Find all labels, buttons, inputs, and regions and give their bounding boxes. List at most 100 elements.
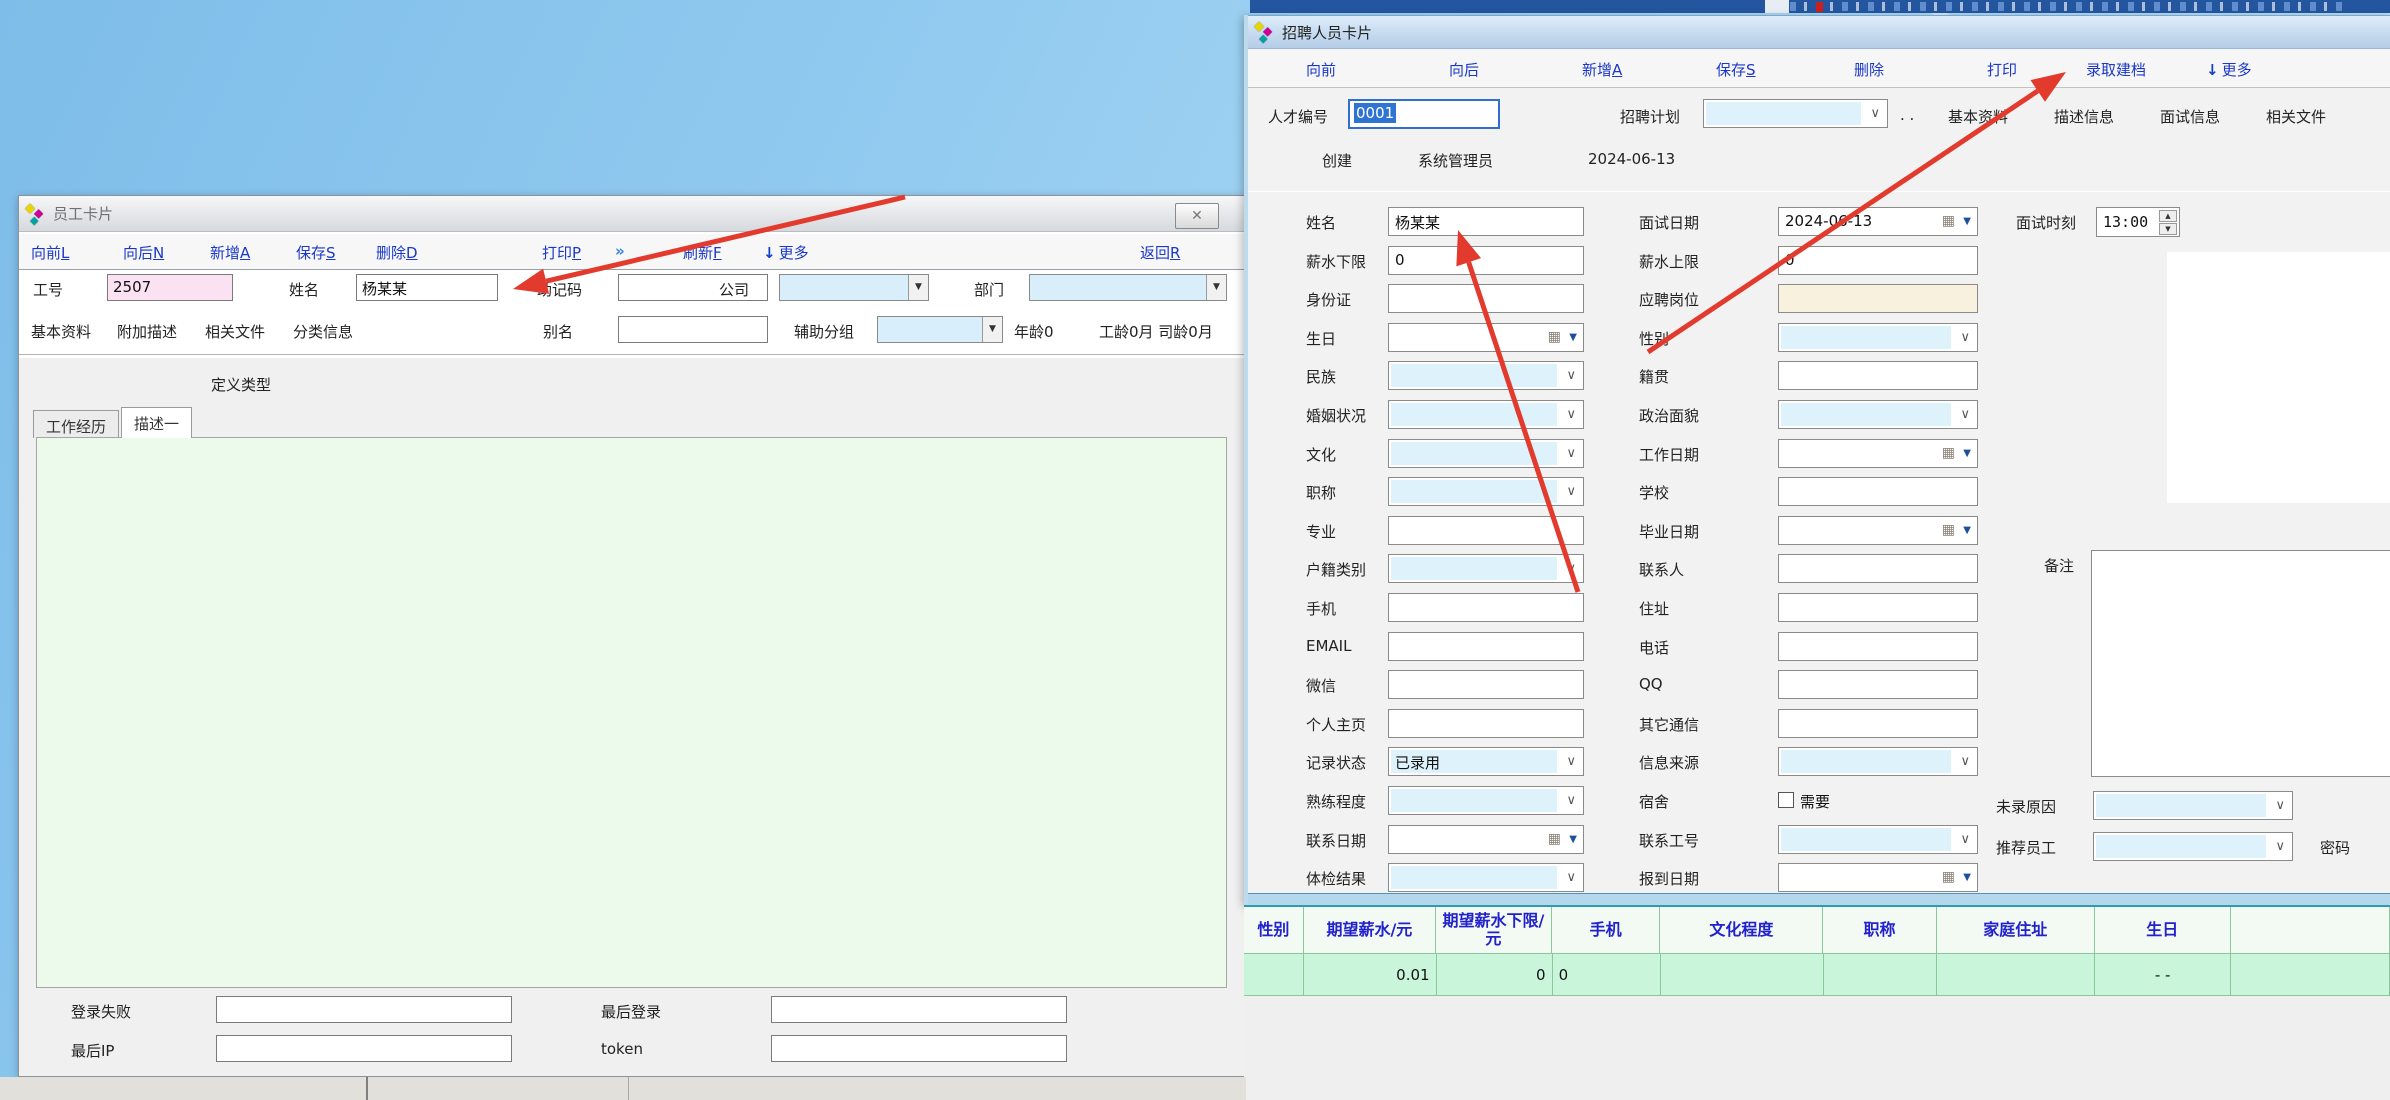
table-cell[interactable] [1937,954,2095,995]
input-combo[interactable]: ∨ [1388,477,1584,506]
input-combo[interactable]: ∨ [1778,400,1978,429]
date-dropdown-icon[interactable]: ▼ [1963,448,1971,459]
table-cell[interactable]: 0.01 [1304,954,1436,995]
chevron-down-icon[interactable]: ∨ [1566,793,1576,808]
token-input[interactable] [771,1035,1067,1062]
input-text[interactable] [1778,632,1978,661]
last-login-input[interactable] [771,996,1067,1023]
name-input[interactable]: 杨某某 [356,274,498,301]
input-combo[interactable]: ∨ [1778,323,1978,352]
input-text[interactable]: 杨某某 [1388,207,1584,236]
input-text[interactable] [1778,670,1978,699]
toolbar-item-1[interactable]: 向后 [1449,59,1479,80]
input-date[interactable]: ▦▼ [1778,439,1978,468]
input-combo[interactable]: ∨ [1388,361,1584,390]
tab-link-category-info[interactable]: 分类信息 [293,321,353,342]
toolbar-item-4[interactable]: 删除 [1854,59,1884,80]
toolbar-item-6[interactable]: 录取建档 [2086,59,2146,80]
input-combo[interactable]: ∨ [1388,439,1584,468]
input-date[interactable]: ▦▼ [1778,863,1978,892]
input-text[interactable]: 0 [1388,246,1584,275]
tab-link-basic-data[interactable]: 基本资料 [1948,106,2008,127]
input-combo[interactable]: ∨ [1778,747,1978,776]
chevron-down-icon[interactable]: ∨ [1566,754,1576,769]
table-header-cell[interactable]: 职称 [1823,907,1936,953]
define-type-link[interactable]: 定义类型 [211,374,271,395]
input-text[interactable] [1388,284,1584,313]
input-combo[interactable]: ∨ [1388,863,1584,892]
spin-up-icon[interactable]: ▲ [2159,210,2177,222]
input-combo[interactable]: ∨ [1388,554,1584,583]
input-date[interactable]: 2024-06-13▦▼ [1778,207,1978,236]
aux-group-select[interactable]: ▼ [877,316,1003,343]
table-header-cell[interactable]: 性别 [1244,907,1304,953]
input-text[interactable] [1778,284,1978,313]
calendar-icon[interactable]: ▦ [1942,522,1955,538]
tab-link-extra-desc[interactable]: 附加描述 [117,321,177,342]
input-text[interactable] [1778,593,1978,622]
chevron-down-icon[interactable]: ∨ [1566,446,1576,461]
company-select[interactable]: ▼ [779,274,929,301]
chevron-down-icon[interactable]: ∨ [1960,330,1970,345]
toolbar-item-0[interactable]: 向前L [31,242,69,263]
table-header-cell[interactable]: 文化程度 [1660,907,1823,953]
combo-arrow-icon[interactable]: ▼ [908,275,928,300]
login-fail-input[interactable] [216,996,512,1023]
toolbar-item-8[interactable]: ↓更多 [763,242,809,263]
description-textarea[interactable] [36,437,1227,988]
interview-time-spinner[interactable]: 13:00 ▲ ▼ [2096,207,2180,237]
talent-no-input[interactable]: 0001 [1348,99,1500,129]
tab-link-related-files[interactable]: 相关文件 [205,321,265,342]
chevron-down-icon[interactable]: ∨ [1960,832,1970,847]
table-cell[interactable]: - - [2095,954,2231,995]
chevron-down-icon[interactable]: ∨ [1960,754,1970,769]
toolbar-item-7[interactable]: 刷新F [683,242,722,263]
table-cell[interactable] [1244,954,1304,995]
input-combo[interactable]: ∨ [1388,400,1584,429]
tab-link-interview-info[interactable]: 面试信息 [2160,106,2220,127]
toolbar-item-4[interactable]: 删除D [376,242,418,263]
input-text[interactable] [1778,554,1978,583]
date-dropdown-icon[interactable]: ▼ [1963,216,1971,227]
double-chevron-icon[interactable]: » [615,242,623,260]
employee-window-titlebar[interactable]: ◆◆◆ 员工卡片 ✕ [19,196,1245,232]
chevron-down-icon[interactable]: ∨ [1960,407,1970,422]
chevron-down-icon[interactable]: ∨ [1566,484,1576,499]
tab-description-one[interactable]: 描述一 [121,407,192,438]
table-header-cell[interactable]: 家庭住址 [1937,907,2095,953]
remark-textarea[interactable] [2091,550,2390,777]
calendar-icon[interactable]: ▦ [1548,831,1561,847]
chevron-down-icon[interactable]: ∨ [2275,798,2285,813]
table-header-cell[interactable]: 手机 [1552,907,1661,953]
date-dropdown-icon[interactable]: ▼ [1569,834,1577,845]
chevron-down-icon[interactable]: ∨ [1566,368,1576,383]
input-date[interactable]: ▦▼ [1778,516,1978,545]
toolbar-item-3[interactable]: 保存S [296,242,336,263]
plan-dots[interactable]: . . [1900,106,1914,124]
toolbar-item-1[interactable]: 向后N [123,242,164,263]
input-combo[interactable]: ∨ [1388,786,1584,815]
table-data-row[interactable]: 0.0100- - [1244,954,2390,996]
chevron-down-icon[interactable]: ∨ [1566,407,1576,422]
calendar-icon[interactable]: ▦ [1942,445,1955,461]
input-text[interactable] [1388,670,1584,699]
calendar-icon[interactable]: ▦ [1942,213,1955,229]
input-text[interactable] [1778,361,1978,390]
input-text[interactable]: 0 [1778,246,1978,275]
input-text[interactable] [1388,709,1584,738]
emp-no-input[interactable]: 2507 [107,274,233,301]
table-header-cell[interactable]: 期望薪水下限/元 [1436,907,1552,953]
toolbar-item-0[interactable]: 向前 [1306,59,1336,80]
spin-down-icon[interactable]: ▼ [2159,223,2177,235]
chevron-down-icon[interactable]: ∨ [2275,839,2285,854]
recruit-window-titlebar[interactable]: ◆◆◆ 招聘人员卡片 [1248,15,2390,49]
date-dropdown-icon[interactable]: ▼ [1963,525,1971,536]
input-date[interactable]: ▦▼ [1388,323,1584,352]
table-cell[interactable]: 0 [1553,954,1662,995]
table-header-cell[interactable] [2231,907,2390,953]
recruit-plan-select[interactable]: ∨ [1703,99,1888,128]
chevron-down-icon[interactable]: ∨ [1566,561,1576,576]
toolbar-item-3[interactable]: 保存S [1716,59,1756,80]
chevron-down-icon[interactable]: ∨ [1566,870,1576,885]
input-text[interactable] [1388,632,1584,661]
